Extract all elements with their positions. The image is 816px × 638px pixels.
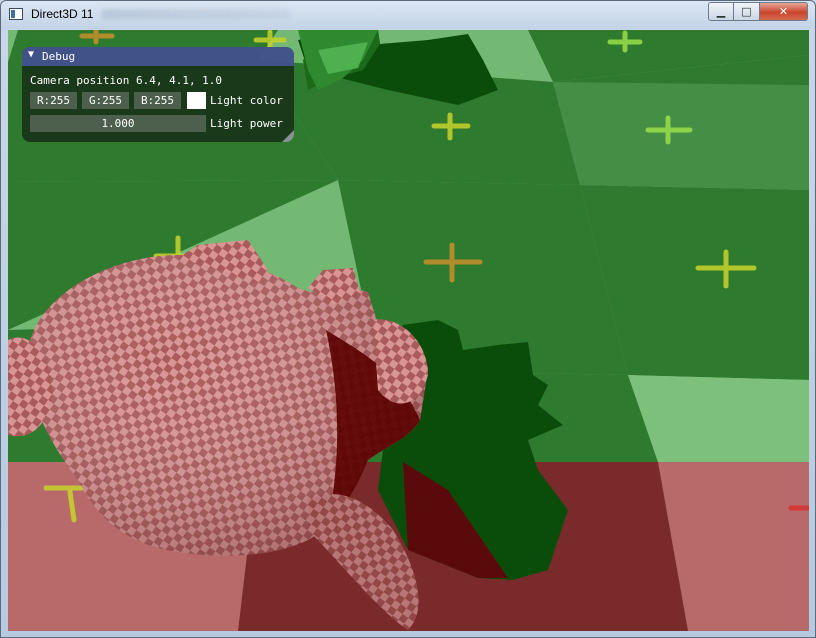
light-color-g-value: G:255 bbox=[88, 94, 123, 107]
light-color-r-value: R:255 bbox=[36, 94, 71, 107]
light-power-label: Light power bbox=[210, 117, 283, 130]
light-color-b-field[interactable]: B:255 bbox=[134, 92, 181, 109]
light-power-value: 1.000 bbox=[101, 117, 135, 130]
debug-panel: ▼ Debug Camera position 6.4, 4.1, 1.0 R:… bbox=[22, 47, 294, 142]
maximize-button[interactable]: □ bbox=[734, 2, 760, 21]
blurred-title-text bbox=[101, 9, 291, 19]
light-color-label: Light color bbox=[210, 94, 283, 107]
camera-position-text: Camera position 6.4, 4.1, 1.0 bbox=[30, 74, 223, 87]
app-icon[interactable] bbox=[9, 8, 23, 20]
light-color-b-value: B:255 bbox=[140, 94, 175, 107]
debug-title: Debug bbox=[42, 50, 76, 63]
render-viewport[interactable]: ▼ Debug Camera position 6.4, 4.1, 1.0 R:… bbox=[8, 30, 809, 631]
debug-header[interactable]: ▼ Debug bbox=[22, 47, 294, 66]
maximize-icon: □ bbox=[741, 5, 752, 18]
close-icon: ✕ bbox=[778, 5, 789, 18]
light-power-slider[interactable]: 1.000 bbox=[30, 115, 206, 132]
minimize-button[interactable]: ▁ bbox=[708, 2, 734, 21]
light-color-g-field[interactable]: G:255 bbox=[82, 92, 129, 109]
window-title: Direct3D 11 bbox=[31, 7, 94, 21]
title-bar[interactable]: Direct3D 11 ▁ □ ✕ bbox=[1, 1, 815, 29]
light-color-swatch[interactable] bbox=[187, 92, 206, 109]
minimize-icon: ▁ bbox=[716, 5, 726, 18]
collapse-icon[interactable]: ▼ bbox=[28, 49, 34, 60]
light-color-r-field[interactable]: R:255 bbox=[30, 92, 77, 109]
close-button[interactable]: ✕ bbox=[760, 2, 808, 21]
app-window: Direct3D 11 ▁ □ ✕ ▼ Debug Camera positio… bbox=[0, 0, 816, 638]
